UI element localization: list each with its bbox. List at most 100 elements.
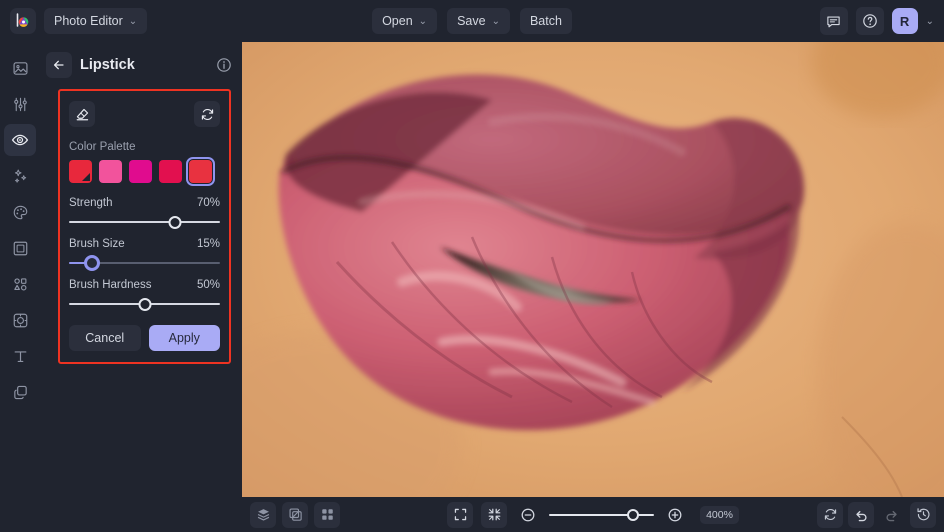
compare-split-icon [288,507,303,522]
fit-screen-button[interactable] [447,502,473,528]
reset-button[interactable] [194,101,220,127]
app-body: Lipstick [0,42,944,532]
slider-brush-size-value: 15% [197,238,220,250]
compare-button[interactable] [282,502,308,528]
slider-brush-hardness-track[interactable] [69,297,220,311]
sidebar-item-layers-tool[interactable] [4,376,36,408]
bottom-toolbar: 400% [242,497,944,532]
info-button[interactable] [216,57,232,73]
slider-brush-hardness-label: Brush Hardness [69,279,151,291]
chevron-down-icon: ⌄ [419,16,427,27]
avatar-initial: R [900,14,909,29]
zoom-slider[interactable] [549,508,654,522]
collapse-fit-icon [487,507,502,522]
open-button[interactable]: Open ⌄ [372,8,437,34]
history-controls [817,502,936,528]
redo-button[interactable] [879,502,905,528]
color-palette-label: Color Palette [69,141,220,153]
layers-button[interactable] [250,502,276,528]
lips-photo [242,42,944,497]
save-button[interactable]: Save ⌄ [447,8,510,34]
text-icon [12,348,29,365]
color-swatch-crimson[interactable] [69,160,92,183]
color-swatch-pink[interactable] [99,160,122,183]
zoom-in-plus-icon [667,507,683,523]
color-swatch-list [69,160,220,183]
app-menu-label: Photo Editor [54,14,123,28]
back-button[interactable] [46,52,72,78]
zoom-slider-thumb[interactable] [627,509,639,521]
slider-brush-hardness-thumb[interactable] [138,298,151,311]
account-chevron-down-icon[interactable]: ⌄ [926,16,934,27]
slider-brush-hardness: Brush Hardness 50% [69,279,220,311]
sparkles-icon [12,168,29,185]
undo-button[interactable] [848,502,874,528]
card-actions-row [69,101,220,127]
top-toolbar: Photo Editor ⌄ Open ⌄ Save ⌄ Batch [0,0,944,42]
apply-button[interactable]: Apply [149,325,221,351]
slider-strength-track[interactable] [69,215,220,229]
chevron-down-icon: ⌄ [129,16,137,27]
zoom-out-minus-icon [520,507,536,523]
sidebar-item-image-tool[interactable] [4,52,36,84]
expand-fullscreen-icon [453,507,468,522]
reset-refresh-icon [823,507,838,522]
slider-strength-thumb[interactable] [168,216,181,229]
info-circle-icon [216,57,232,73]
sidebar-item-filter-tool[interactable] [4,304,36,336]
color-swatch-rose[interactable] [159,160,182,183]
chat-bubble-icon [826,14,841,29]
redo-arrow-icon [884,507,900,523]
undo-arrow-icon [853,507,869,523]
sidebar-item-adjust-tool[interactable] [4,88,36,120]
sidebar-item-text-tool[interactable] [4,340,36,372]
frame-icon [12,240,29,257]
chevron-down-icon: ⌄ [492,16,500,27]
app-menu-button[interactable]: Photo Editor ⌄ [44,8,147,34]
page-title: Lipstick [80,57,135,73]
image-icon [12,60,29,77]
reset-refresh-icon [200,107,215,122]
slider-strength: Strength 70% [69,197,220,229]
batch-button[interactable]: Batch [520,8,572,34]
slider-strength-label: Strength [69,197,112,209]
zoom-level-value[interactable]: 400% [700,506,739,524]
actual-size-button[interactable] [481,502,507,528]
canvas-area: 400% [242,42,944,532]
sidebar-item-shapes-tool[interactable] [4,268,36,300]
grid-view-button[interactable] [314,502,340,528]
shapes-icon [12,276,29,293]
cancel-label: Cancel [85,331,124,345]
zoom-in-button[interactable] [662,502,688,528]
color-swatch-magenta[interactable] [129,160,152,183]
lipstick-settings-card: Color Palette Strength 70% [58,89,231,364]
sidebar-item-frame-tool[interactable] [4,232,36,264]
eraser-button[interactable] [69,101,95,127]
panel-header: Lipstick [40,47,242,83]
zoom-out-button[interactable] [515,502,541,528]
help-button[interactable] [856,7,884,35]
color-wheel-logo-icon [15,13,31,29]
slider-brush-size-label: Brush Size [69,238,125,250]
photo-editor-app: Photo Editor ⌄ Open ⌄ Save ⌄ Batch [0,0,944,532]
panel-button-row: Cancel Apply [69,325,220,351]
slider-brush-size-track[interactable] [69,256,220,270]
cancel-button[interactable]: Cancel [69,325,141,351]
slider-brush-hardness-value: 50% [197,279,220,291]
feedback-button[interactable] [820,7,848,35]
bottom-left-tools [250,502,340,528]
color-swatch-red[interactable] [189,160,212,183]
sidebar-item-color-tool[interactable] [4,196,36,228]
sidebar-item-effects-tool[interactable] [4,160,36,192]
slider-strength-header: Strength 70% [69,197,220,209]
slider-brush-size: Brush Size 15% [69,238,220,270]
image-canvas[interactable] [242,42,944,497]
user-avatar[interactable]: R [892,8,918,34]
sidebar-item-retouch-tool[interactable] [4,124,36,156]
eraser-icon [75,107,90,122]
slider-brush-size-thumb[interactable] [84,255,100,271]
layers-stack-icon [256,507,271,522]
save-label: Save [457,14,486,28]
reset-all-button[interactable] [817,502,843,528]
history-button[interactable] [910,502,936,528]
